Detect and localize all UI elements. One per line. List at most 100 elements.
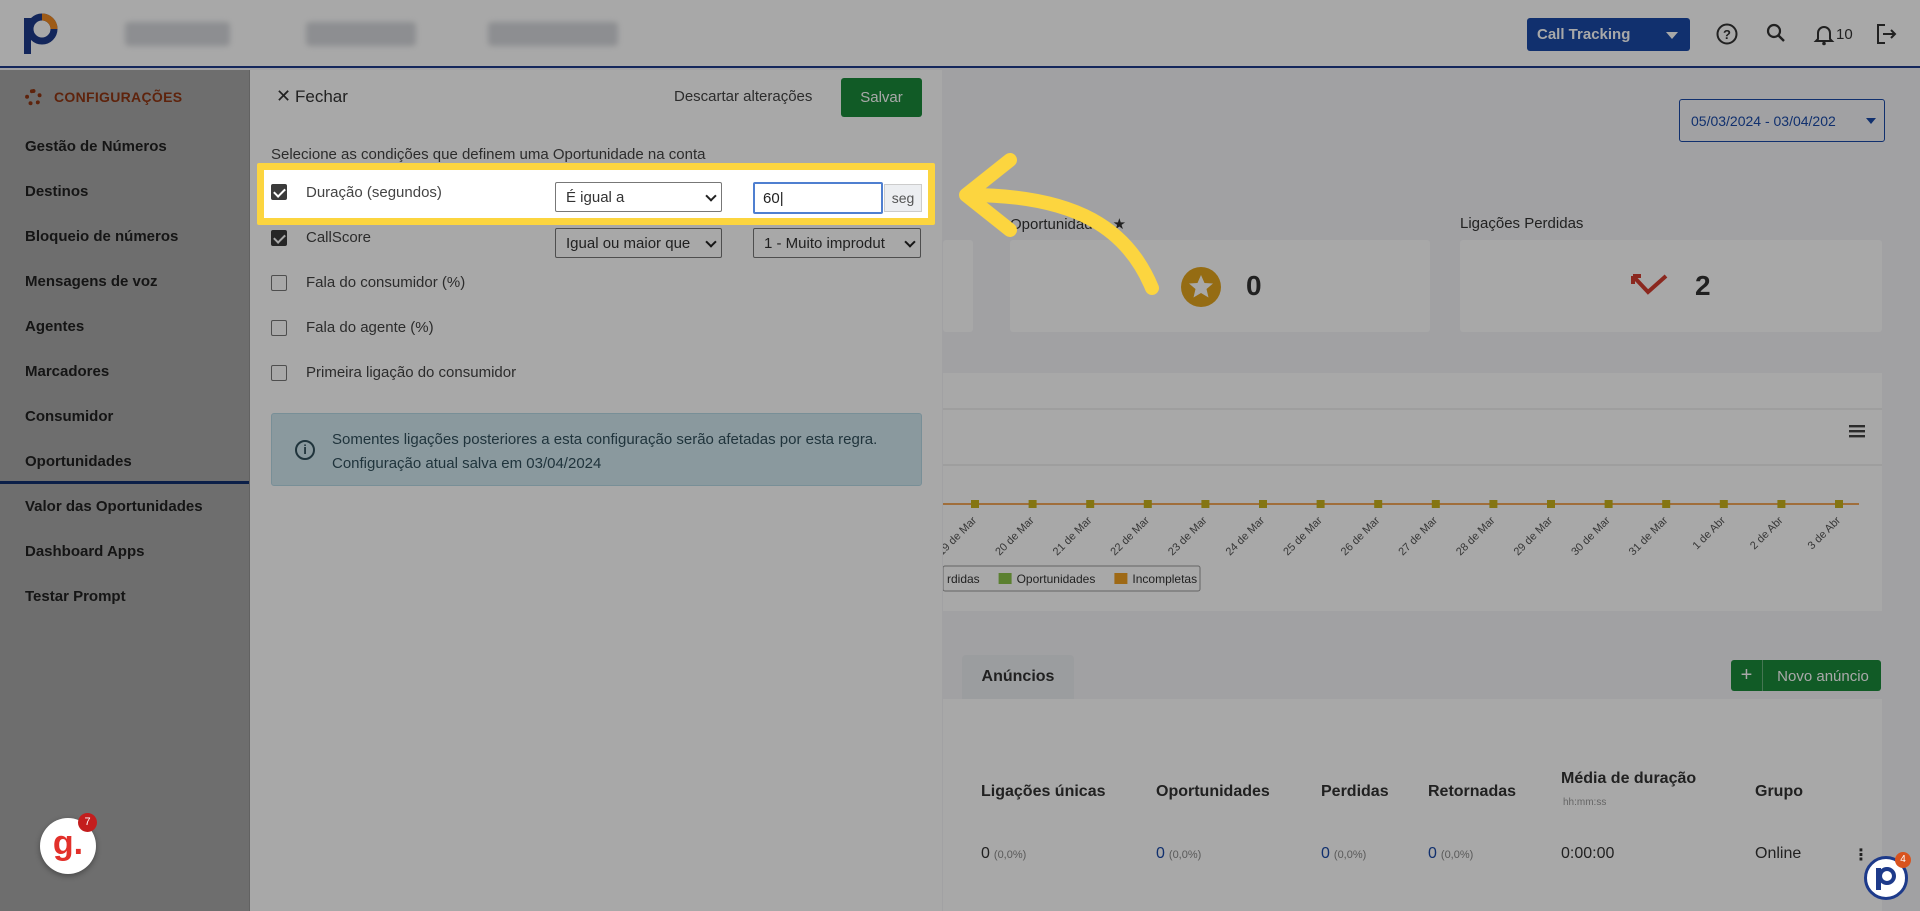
chart-point[interactable] xyxy=(1719,500,1728,508)
chart-point[interactable] xyxy=(1201,500,1210,508)
date-range-picker[interactable]: 05/03/2024 - 03/04/202 xyxy=(1679,99,1885,142)
discard-changes-button[interactable]: Descartar alterações xyxy=(674,88,812,105)
cell-value: 0 xyxy=(981,845,990,862)
chart-point[interactable] xyxy=(1777,500,1786,508)
chart-point[interactable] xyxy=(971,500,979,508)
legend-label[interactable]: rdidas xyxy=(947,572,980,586)
x-tick-label: 27 de Mar xyxy=(1396,514,1440,558)
column-header[interactable]: Grupo xyxy=(1755,783,1803,801)
legend-label[interactable]: Oportunidades xyxy=(1017,572,1096,586)
chart-point[interactable] xyxy=(1547,500,1555,508)
condition-checkbox-fala-agente[interactable] xyxy=(271,320,287,336)
callscore-value-select[interactable]: 1 - Muito improdut xyxy=(753,228,921,258)
product-select-label: Call Tracking xyxy=(1537,26,1631,43)
chart-point[interactable] xyxy=(1086,500,1095,508)
chart-point[interactable] xyxy=(1143,500,1152,508)
panel-intro-text: Selecione as condições que definem uma O… xyxy=(271,146,706,163)
blurred-tab[interactable] xyxy=(306,22,416,46)
legend-label[interactable]: Incompletas xyxy=(1132,572,1197,586)
info-icon: i xyxy=(295,440,315,460)
chart-point[interactable] xyxy=(1431,500,1440,508)
x-tick-label: 1 de Abr xyxy=(1690,514,1728,552)
condition-checkbox-callscore[interactable] xyxy=(271,230,287,246)
chart-point[interactable] xyxy=(1489,500,1498,508)
x-tick-label: 2 de Abr xyxy=(1748,514,1786,552)
kpi-card-ligacoes-perdidas: 2 xyxy=(1460,240,1882,332)
condition-label-primeira-ligacao: Primeira ligação do consumidor xyxy=(306,364,517,381)
column-header[interactable]: Perdidas xyxy=(1321,783,1389,801)
chart-point[interactable] xyxy=(1374,500,1383,508)
search-icon[interactable] xyxy=(1762,20,1790,48)
condition-label-callscore: CallScore xyxy=(306,229,372,246)
operator-select-value: Igual ou maior que xyxy=(566,235,691,252)
kpi-value-ligacoes-perdidas: 2 xyxy=(1695,270,1711,301)
column-subheader: hh:mm:ss xyxy=(1563,797,1607,808)
x-tick-label: 21 de Mar xyxy=(1051,514,1095,558)
cell-percent: (0,0%) xyxy=(1168,849,1202,861)
app-logo-icon[interactable] xyxy=(22,12,58,56)
product-select[interactable]: Call Tracking xyxy=(1527,18,1690,51)
sidebar-header-label: CONFIGURAÇÕES xyxy=(54,89,183,105)
svg-text:?: ? xyxy=(1723,27,1731,42)
sidebar-item-mensagens-de-voz[interactable]: Mensagens de voz xyxy=(0,259,249,304)
table-cell[interactable]: 0 (0,0%) xyxy=(1428,845,1473,863)
chart-point[interactable] xyxy=(1316,500,1325,508)
cell-percent: (0,0%) xyxy=(1440,849,1474,861)
chart-point[interactable] xyxy=(1835,500,1843,508)
new-ad-label: Novo anúncio xyxy=(1777,668,1869,685)
x-tick-label: 23 de Mar xyxy=(1166,514,1210,558)
sidebar-item-dashboard-apps[interactable]: Dashboard Apps xyxy=(0,529,249,574)
operator-select-callscore[interactable]: Igual ou maior que xyxy=(555,228,722,258)
chart-point[interactable] xyxy=(1662,500,1671,508)
bell-icon[interactable] xyxy=(1810,20,1838,48)
notifications-count: 10 xyxy=(1836,26,1853,43)
date-range-label: 05/03/2024 - 03/04/202 xyxy=(1691,113,1836,129)
sidebar-item-testar-prompt[interactable]: Testar Prompt xyxy=(0,574,249,619)
sidebar-item-gestao-de-numeros[interactable]: Gestão de Números xyxy=(0,124,249,169)
pointer-arrow-icon xyxy=(959,153,1159,295)
top-bar: Call Tracking ? 10 xyxy=(0,0,1920,68)
plus-icon: + xyxy=(1731,660,1763,691)
sidebar-item-bloqueio-de-numeros[interactable]: Bloqueio de números xyxy=(0,214,249,259)
sidebar-item-consumidor[interactable]: Consumidor xyxy=(0,394,249,439)
chevron-down-icon xyxy=(904,236,916,248)
x-tick-label: 20 de Mar xyxy=(993,514,1037,558)
close-icon[interactable]: ✕ xyxy=(276,86,291,107)
sidebar-item-marcadores[interactable]: Marcadores xyxy=(0,349,249,394)
close-button[interactable]: Fechar xyxy=(295,87,348,107)
table-cell[interactable]: 0 (0,0%) xyxy=(1321,845,1366,863)
highlight-frame xyxy=(257,163,935,225)
sidebar-item-valor-das-oportunidades[interactable]: Valor das Oportunidades xyxy=(0,484,249,529)
condition-checkbox-primeira-ligacao[interactable] xyxy=(271,365,287,381)
sidebar-item-destinos[interactable]: Destinos xyxy=(0,169,249,214)
table-cell: 0 (0,0%) xyxy=(981,845,1026,863)
column-header[interactable]: Retornadas xyxy=(1428,783,1516,801)
new-ad-button[interactable]: + Novo anúncio xyxy=(1731,660,1881,691)
x-tick-label: 25 de Mar xyxy=(1281,514,1325,558)
kpi-label-ligacoes-perdidas: Ligações Perdidas xyxy=(1460,215,1584,232)
save-button[interactable]: Salvar xyxy=(841,78,922,117)
tab-anuncios[interactable]: Anúncios xyxy=(962,655,1074,699)
help-icon[interactable]: ? xyxy=(1713,20,1741,48)
timeline-chart: 19 de Mar 20 de Mar 21 de Mar 22 de Mar 23 d… xyxy=(936,408,1882,592)
sidebar-item-oportunidades[interactable]: Oportunidades xyxy=(0,439,249,484)
blurred-tab[interactable] xyxy=(125,22,230,46)
column-header[interactable]: Ligações únicas xyxy=(981,783,1106,801)
star-icon xyxy=(1181,267,1221,307)
blurred-tab[interactable] xyxy=(488,22,618,46)
info-line: Configuração atual salva em 03/04/2024 xyxy=(332,455,602,472)
info-line: Somentes ligações posteriores a esta con… xyxy=(332,431,878,448)
chart-point[interactable] xyxy=(1028,500,1037,508)
table-cell[interactable]: 0 (0,0%) xyxy=(1156,845,1201,863)
sidebar-item-agentes[interactable]: Agentes xyxy=(0,304,249,349)
chart-point[interactable] xyxy=(1604,500,1613,508)
column-header[interactable]: Média de duração xyxy=(1561,770,1696,788)
logout-icon[interactable] xyxy=(1872,20,1900,48)
x-tick-label: 19 de Mar xyxy=(943,514,979,558)
cell-value: 0 xyxy=(1428,845,1437,862)
chart-menu-icon[interactable] xyxy=(1849,425,1865,438)
chart-point[interactable] xyxy=(1259,500,1267,508)
cell-percent: (0,0%) xyxy=(993,849,1027,861)
column-header[interactable]: Oportunidades xyxy=(1156,783,1270,801)
condition-checkbox-fala-consumidor[interactable] xyxy=(271,275,287,291)
